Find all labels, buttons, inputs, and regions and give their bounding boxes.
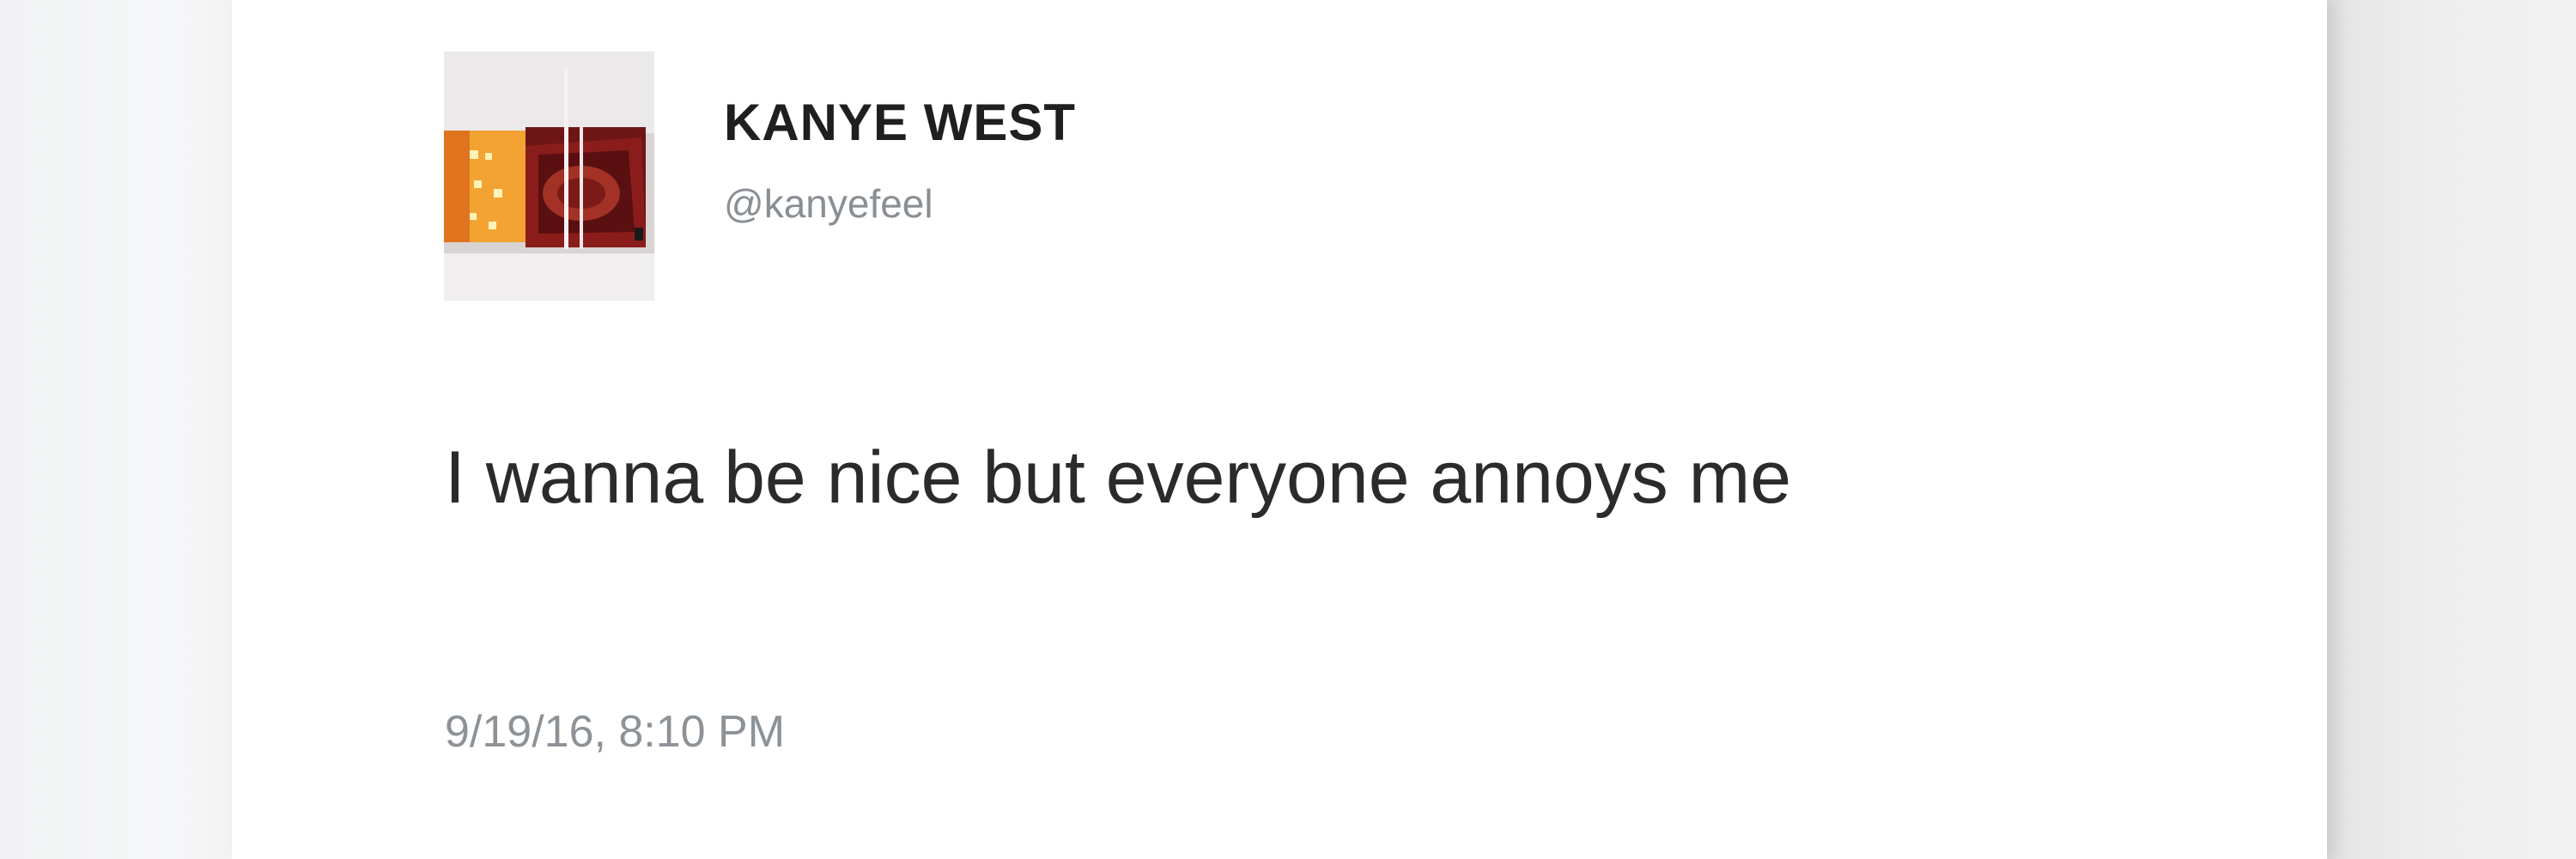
tweet-timestamp[interactable]: 9/19/16, 8:10 PM (445, 706, 785, 758)
right-gutter (2327, 0, 2576, 859)
tweet-text: I wanna be nice but everyone annoys me (445, 436, 1792, 519)
author-name[interactable]: KANYE WEST (724, 93, 1076, 152)
author-handle[interactable]: @kanyefeel (724, 180, 933, 227)
profile-photo-icon (444, 52, 654, 301)
avatar[interactable] (444, 52, 654, 301)
screen: KANYE WEST @kanyefeel I wanna be nice bu… (0, 0, 2576, 859)
tweet-card[interactable]: KANYE WEST @kanyefeel I wanna be nice bu… (232, 0, 2327, 859)
